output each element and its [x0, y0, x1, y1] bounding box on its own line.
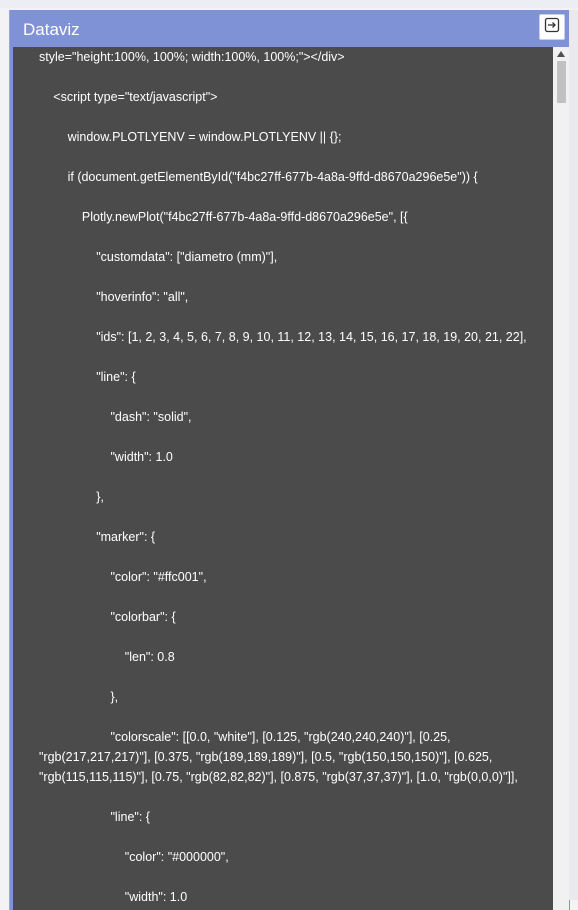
code-line: "hoverinfo": "all",: [96, 290, 189, 304]
code-line: style="height:100%, 100%; width:100%, 10…: [39, 50, 345, 64]
code-line: },: [110, 690, 119, 704]
code-line: "dash": "solid",: [110, 410, 192, 424]
code-line: Plotly.newPlot("f4bc27ff-677b-4a8a-9ffd-…: [81, 210, 408, 224]
code-line: },: [96, 490, 104, 504]
exit-panel-button[interactable]: [539, 14, 565, 40]
panel-header: Dataviz: [10, 10, 570, 47]
code-line: "color": "#000000",: [124, 850, 229, 864]
code-line: "width": 1.0: [124, 890, 188, 904]
dataviz-panel: Dataviz style="height:100%, 100%; width:…: [9, 10, 570, 910]
scroll-up-icon[interactable]: [553, 49, 569, 59]
code-line: "line": {: [110, 810, 150, 824]
code-line: "len": 0.8: [124, 650, 175, 664]
code-line: "line": {: [96, 370, 136, 384]
code-line: "color": "#ffc001",: [110, 570, 207, 584]
code-line: if (document.getElementById("f4bc27ff-67…: [67, 170, 478, 184]
code-line: <script type="text/javascript">: [53, 90, 218, 104]
code-line: "customdata": ["diametro (mm)"],: [96, 250, 278, 264]
code-view[interactable]: style="height:100%, 100%; width:100%, 10…: [13, 47, 553, 910]
exit-panel-icon: [544, 17, 560, 38]
code-line: "ids": [1, 2, 3, 4, 5, 6, 7, 8, 9, 10, 1…: [96, 330, 527, 344]
vertical-scrollbar[interactable]: [553, 47, 569, 910]
code-line: "colorscale": [[0.0, "white"], [0.125, "…: [39, 730, 518, 784]
code-line: "colorbar": {: [110, 610, 176, 624]
code-line: "marker": {: [96, 530, 156, 544]
code-line: window.PLOTLYENV = window.PLOTLYENV || {…: [67, 130, 342, 144]
window-right-edge: [569, 10, 578, 900]
scrollbar-thumb[interactable]: [557, 61, 566, 103]
window-top-strip: [0, 0, 578, 8]
code-line: "width": 1.0: [110, 450, 173, 464]
panel-title: Dataviz: [23, 20, 80, 39]
code-lines: style="height:100%, 100%; width:100%, 10…: [13, 47, 553, 907]
